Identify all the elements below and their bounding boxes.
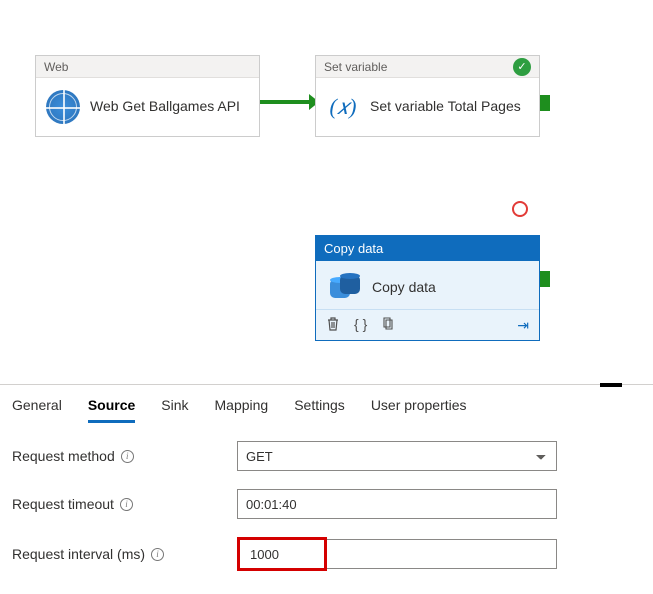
code-view-button[interactable]: { }	[354, 316, 367, 334]
tab-source[interactable]: Source	[88, 397, 135, 423]
label-request-interval: Request interval (ms) i	[12, 546, 237, 562]
variable-icon: (𝑥)	[326, 90, 360, 124]
properties-tabs: General Source Sink Mapping Settings Use…	[0, 385, 653, 423]
label-request-timeout: Request timeout i	[12, 496, 237, 512]
open-activity-button[interactable]: ⇥	[517, 317, 529, 334]
info-icon[interactable]: i	[120, 498, 133, 511]
pipeline-canvas[interactable]: Web Web Get Ballgames API Set variable ✓…	[0, 0, 653, 380]
activity-set-variable[interactable]: Set variable ✓ (𝑥) Set variable Total Pa…	[315, 55, 540, 137]
copy-icon	[381, 316, 395, 331]
activity-copy-toolbar: { } ⇥	[316, 309, 539, 340]
tab-mapping[interactable]: Mapping	[215, 397, 269, 423]
source-form: Request method i GET Request timeout i R…	[0, 423, 653, 589]
success-icon: ✓	[513, 58, 531, 76]
output-port-copy-data[interactable]	[540, 271, 550, 287]
connector-success[interactable]	[260, 100, 315, 104]
tab-general[interactable]: General	[12, 397, 62, 423]
globe-icon	[46, 90, 80, 124]
activity-copy-data[interactable]: Copy data Copy data { } ⇥	[315, 235, 540, 341]
delete-activity-button[interactable]	[326, 316, 340, 334]
activity-web-header: Web	[36, 56, 259, 78]
clone-activity-button[interactable]	[381, 316, 395, 334]
tab-settings[interactable]: Settings	[294, 397, 345, 423]
request-interval-input-extent[interactable]	[327, 539, 557, 569]
activity-set-variable-type: Set variable	[324, 60, 387, 74]
tick-mark	[600, 383, 622, 387]
request-interval-input[interactable]: 1000	[237, 537, 327, 571]
info-icon[interactable]: i	[121, 450, 134, 463]
request-method-select[interactable]: GET	[237, 441, 557, 471]
output-port-set-variable[interactable]	[540, 95, 550, 111]
label-request-method: Request method i	[12, 448, 237, 464]
tab-sink[interactable]: Sink	[161, 397, 188, 423]
request-timeout-input[interactable]	[237, 489, 557, 519]
activity-set-variable-label: Set variable Total Pages	[370, 98, 521, 116]
activity-web-type: Web	[44, 60, 68, 74]
activity-web-label: Web Get Ballgames API	[90, 98, 240, 116]
trash-icon	[326, 316, 340, 331]
activity-set-variable-header: Set variable ✓	[316, 56, 539, 78]
activity-copy-label: Copy data	[372, 279, 436, 295]
tab-user-properties[interactable]: User properties	[371, 397, 467, 423]
activity-copy-header: Copy data	[316, 236, 539, 261]
activity-web[interactable]: Web Web Get Ballgames API	[35, 55, 260, 137]
status-ring-icon	[512, 201, 528, 217]
copy-data-icon	[330, 273, 360, 301]
info-icon[interactable]: i	[151, 548, 164, 561]
